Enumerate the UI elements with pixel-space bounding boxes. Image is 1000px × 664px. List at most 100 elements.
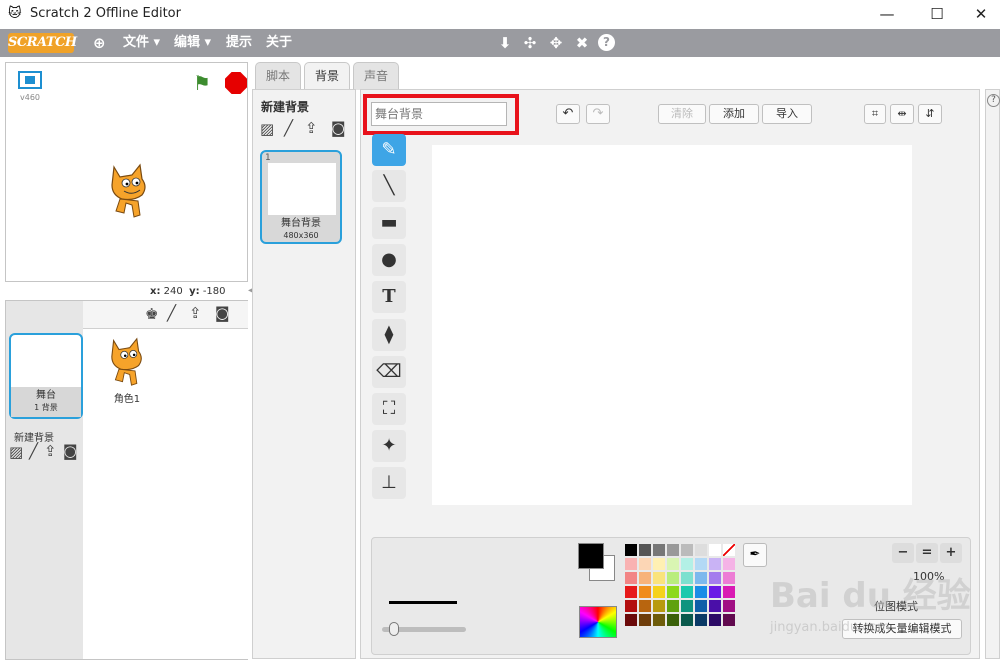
camera-sprite-icon[interactable]: ◙ xyxy=(215,304,230,322)
palette-swatch[interactable] xyxy=(666,571,680,585)
brush-tool-icon[interactable]: ✎ xyxy=(372,134,406,166)
rectangle-tool-icon[interactable]: ▬ xyxy=(372,207,406,239)
undo-button[interactable]: ↶ xyxy=(556,104,580,124)
backdrop-library-icon[interactable]: ▨ xyxy=(9,443,23,461)
magic-select-tool-icon[interactable]: ✦ xyxy=(372,430,406,462)
palette-swatch[interactable] xyxy=(708,599,722,613)
paint-backdrop-icon[interactable]: ╱ xyxy=(29,442,38,460)
menu-about[interactable]: 关于 xyxy=(266,29,292,57)
camera-backdrop-icon[interactable]: ◙ xyxy=(63,442,78,460)
backdrop-library-icon[interactable]: ▨ xyxy=(260,120,274,138)
palette-swatch[interactable] xyxy=(624,557,638,571)
line-tool-icon[interactable]: ╲ xyxy=(372,170,406,202)
palette-swatch[interactable] xyxy=(680,585,694,599)
palette-swatch[interactable] xyxy=(666,613,680,627)
palette-swatch[interactable] xyxy=(624,599,638,613)
zoom-in-icon[interactable]: + xyxy=(940,543,962,563)
grow-icon[interactable]: ✥ xyxy=(546,32,566,54)
palette-swatch[interactable] xyxy=(652,585,666,599)
redo-button[interactable]: ↷ xyxy=(586,104,610,124)
menu-tips[interactable]: 提示 xyxy=(226,29,252,57)
palette-swatch[interactable] xyxy=(722,585,736,599)
palette-swatch[interactable] xyxy=(638,613,652,627)
cut-scissors-icon[interactable]: ✣ xyxy=(520,32,540,54)
palette-swatch[interactable] xyxy=(680,599,694,613)
palette-swatch[interactable] xyxy=(722,571,736,585)
color-spectrum-picker[interactable] xyxy=(579,606,617,638)
menu-edit[interactable]: 编辑 ▾ xyxy=(174,29,211,57)
palette-swatch[interactable] xyxy=(708,543,722,557)
palette-swatch[interactable] xyxy=(708,585,722,599)
palette-swatch[interactable] xyxy=(680,613,694,627)
tab-scripts[interactable]: 脚本 xyxy=(255,62,301,90)
zoom-reset-icon[interactable]: = xyxy=(916,543,938,563)
palette-swatch[interactable] xyxy=(680,557,694,571)
color-palette[interactable] xyxy=(624,543,736,627)
palette-swatch[interactable] xyxy=(694,613,708,627)
palette-swatch[interactable] xyxy=(722,599,736,613)
palette-swatch[interactable] xyxy=(652,543,666,557)
palette-swatch[interactable] xyxy=(694,599,708,613)
menu-file[interactable]: 文件 ▾ xyxy=(123,29,160,57)
palette-swatch[interactable] xyxy=(624,543,638,557)
camera-backdrop-icon[interactable]: ◙ xyxy=(331,119,346,137)
palette-swatch[interactable] xyxy=(652,557,666,571)
upload-backdrop-icon[interactable]: ⇪ xyxy=(44,442,57,460)
palette-swatch[interactable] xyxy=(624,585,638,599)
help-icon[interactable]: ? xyxy=(987,94,1000,107)
close-button[interactable]: ✕ xyxy=(958,0,1000,29)
palette-swatch[interactable] xyxy=(652,613,666,627)
palette-swatch[interactable] xyxy=(680,543,694,557)
palette-swatch[interactable] xyxy=(708,557,722,571)
crop-icon[interactable]: ⌗ xyxy=(864,104,886,124)
stage-thumbnail[interactable]: 舞台 1 背景 xyxy=(9,333,83,419)
maximize-button[interactable]: ☐ xyxy=(914,0,960,29)
palette-swatch[interactable] xyxy=(708,613,722,627)
palette-swatch[interactable] xyxy=(666,557,680,571)
palette-swatch[interactable] xyxy=(680,571,694,585)
palette-swatch[interactable] xyxy=(652,599,666,613)
palette-swatch[interactable] xyxy=(722,557,736,571)
palette-swatch[interactable] xyxy=(638,599,652,613)
presentation-mode-icon[interactable] xyxy=(18,71,42,89)
palette-swatch[interactable] xyxy=(694,557,708,571)
upload-backdrop-icon[interactable]: ⇪ xyxy=(305,119,318,137)
palette-swatch[interactable] xyxy=(666,585,680,599)
tab-sounds[interactable]: 声音 xyxy=(353,62,399,90)
palette-swatch[interactable] xyxy=(708,571,722,585)
flip-vertical-icon[interactable]: ⇵ xyxy=(918,104,942,124)
select-tool-icon[interactable]: ⛶ xyxy=(372,393,406,425)
add-button[interactable]: 添加 xyxy=(709,104,759,124)
clear-button[interactable]: 清除 xyxy=(658,104,706,124)
globe-icon[interactable]: ⊕ xyxy=(93,29,106,57)
upload-sprite-icon[interactable]: ⇪ xyxy=(189,304,202,322)
flip-horizontal-icon[interactable]: ⇹ xyxy=(890,104,914,124)
palette-swatch[interactable] xyxy=(638,557,652,571)
backdrop-item[interactable]: 1 舞台背景 480x360 xyxy=(260,150,342,244)
palette-swatch[interactable] xyxy=(694,543,708,557)
palette-swatch[interactable] xyxy=(666,543,680,557)
zoom-out-icon[interactable]: − xyxy=(892,543,914,563)
palette-swatch[interactable] xyxy=(722,613,736,627)
eraser-tool-icon[interactable]: ⌫ xyxy=(372,356,406,388)
primary-color-swatch[interactable] xyxy=(578,543,604,569)
palette-swatch[interactable] xyxy=(638,571,652,585)
text-tool-icon[interactable]: T xyxy=(372,281,406,313)
paint-sprite-icon[interactable]: ╱ xyxy=(167,304,176,322)
shrink-icon[interactable]: ✖ xyxy=(572,32,592,54)
choose-sprite-icon[interactable]: ♚ xyxy=(145,305,158,323)
palette-swatch[interactable] xyxy=(722,543,736,557)
green-flag-icon[interactable]: ⚑ xyxy=(193,72,215,94)
palette-swatch[interactable] xyxy=(624,613,638,627)
sprite-thumbnail[interactable]: 角色1 xyxy=(91,333,163,407)
cat-sprite-on-stage[interactable] xyxy=(104,163,154,219)
stop-sign-icon[interactable] xyxy=(225,72,247,94)
palette-swatch[interactable] xyxy=(624,571,638,585)
duplicate-stamp-icon[interactable]: ⬇ xyxy=(495,32,515,54)
palette-swatch[interactable] xyxy=(638,585,652,599)
palette-swatch[interactable] xyxy=(666,599,680,613)
ellipse-tool-icon[interactable]: ● xyxy=(372,244,406,276)
paint-canvas[interactable] xyxy=(432,145,912,505)
eyedropper-icon[interactable]: ✒ xyxy=(743,543,767,567)
minimize-button[interactable]: — xyxy=(864,0,910,29)
